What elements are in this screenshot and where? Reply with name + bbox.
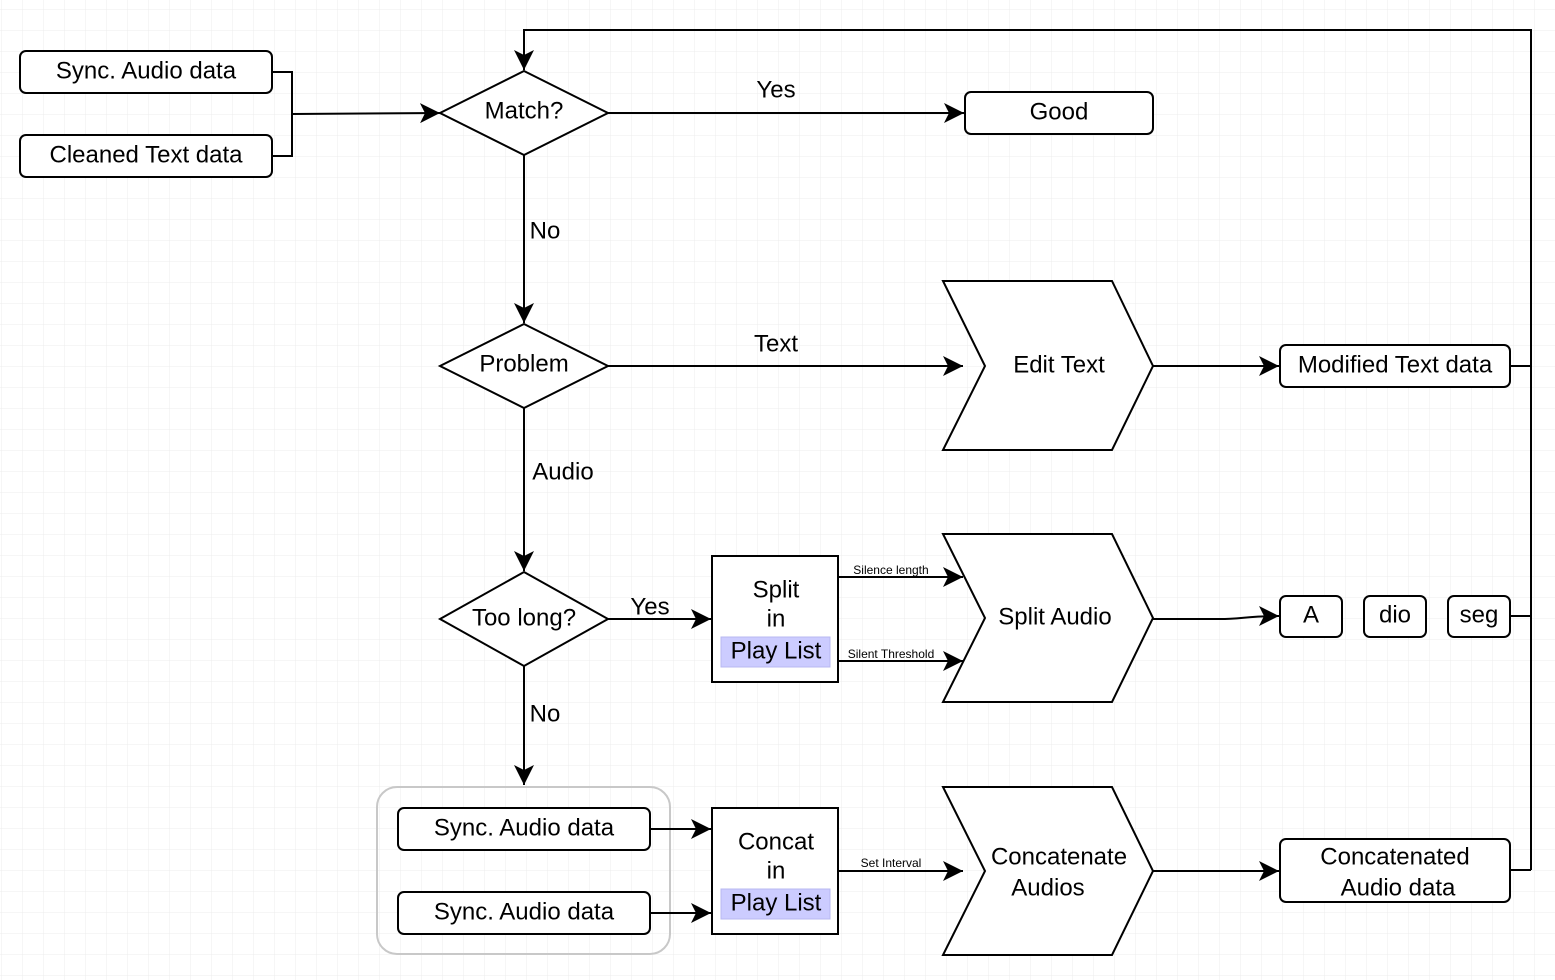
process-split-audio-label: Split Audio <box>998 603 1111 630</box>
edge-label-text: Text <box>754 330 798 357</box>
play-list-label-2: Play List <box>731 889 822 916</box>
output-modified-text-label: Modified Text data <box>1298 351 1493 378</box>
input-sync-audio-label: Sync. Audio data <box>56 57 237 84</box>
flowchart-canvas: Sync. Audio data Cleaned Text data Match… <box>0 0 1555 980</box>
process-concat-label-2: Audios <box>1011 874 1084 901</box>
edge-inputs-to-match <box>291 103 441 124</box>
output-modified-text[interactable]: Modified Text data <box>1279 344 1511 388</box>
decision-match-label: Match? <box>485 97 564 124</box>
output-good[interactable]: Good <box>964 91 1154 135</box>
edge-label-yes-2: Yes <box>630 593 669 620</box>
segment-a-label: A <box>1303 601 1319 628</box>
edge-label-silence-length: Silence length <box>853 563 928 577</box>
in-label: in <box>767 605 786 632</box>
group-sync-audio-1-label: Sync. Audio data <box>434 814 615 841</box>
split-in-playlist[interactable]: Split in Play List <box>711 555 839 683</box>
output-good-label: Good <box>1030 98 1089 125</box>
concat-label: Concat <box>738 828 814 855</box>
output-concatenated-audio[interactable]: Concatenated Audio data <box>1279 838 1511 903</box>
process-concat-label-1: Concatenate <box>991 843 1127 870</box>
group-sync-audio-2[interactable]: Sync. Audio data <box>397 891 651 935</box>
edge-label-no: No <box>530 217 561 244</box>
edge-label-silent-threshold: Silent Threshold <box>848 647 935 661</box>
segment-seg[interactable]: seg <box>1447 595 1511 638</box>
edge-label-set-interval: Set Interval <box>861 856 922 870</box>
edge-label-no-2: No <box>530 700 561 727</box>
concat-in-playlist[interactable]: Concat in Play List <box>711 807 839 935</box>
group-sync-audio-1[interactable]: Sync. Audio data <box>397 807 651 851</box>
split-label: Split <box>753 576 800 603</box>
segment-a[interactable]: A <box>1279 595 1343 638</box>
process-edit-text-label: Edit Text <box>1013 351 1105 378</box>
decision-too-long-label: Too long? <box>472 604 576 631</box>
edge-label-audio: Audio <box>532 458 593 485</box>
segment-dio[interactable]: dio <box>1363 595 1427 638</box>
play-list-label: Play List <box>731 637 822 664</box>
segment-dio-label: dio <box>1379 601 1411 628</box>
group-sync-audio-2-label: Sync. Audio data <box>434 898 615 925</box>
in-label-2: in <box>767 857 786 884</box>
input-cleaned-text[interactable]: Cleaned Text data <box>19 134 273 178</box>
output-concatenated-label-2: Audio data <box>1341 874 1456 901</box>
segment-seg-label: seg <box>1460 601 1499 628</box>
input-cleaned-text-label: Cleaned Text data <box>49 141 243 168</box>
edge-label-yes: Yes <box>756 76 795 103</box>
input-sync-audio[interactable]: Sync. Audio data <box>19 50 273 94</box>
decision-problem-label: Problem <box>479 350 568 377</box>
output-concatenated-label-1: Concatenated <box>1320 843 1469 870</box>
